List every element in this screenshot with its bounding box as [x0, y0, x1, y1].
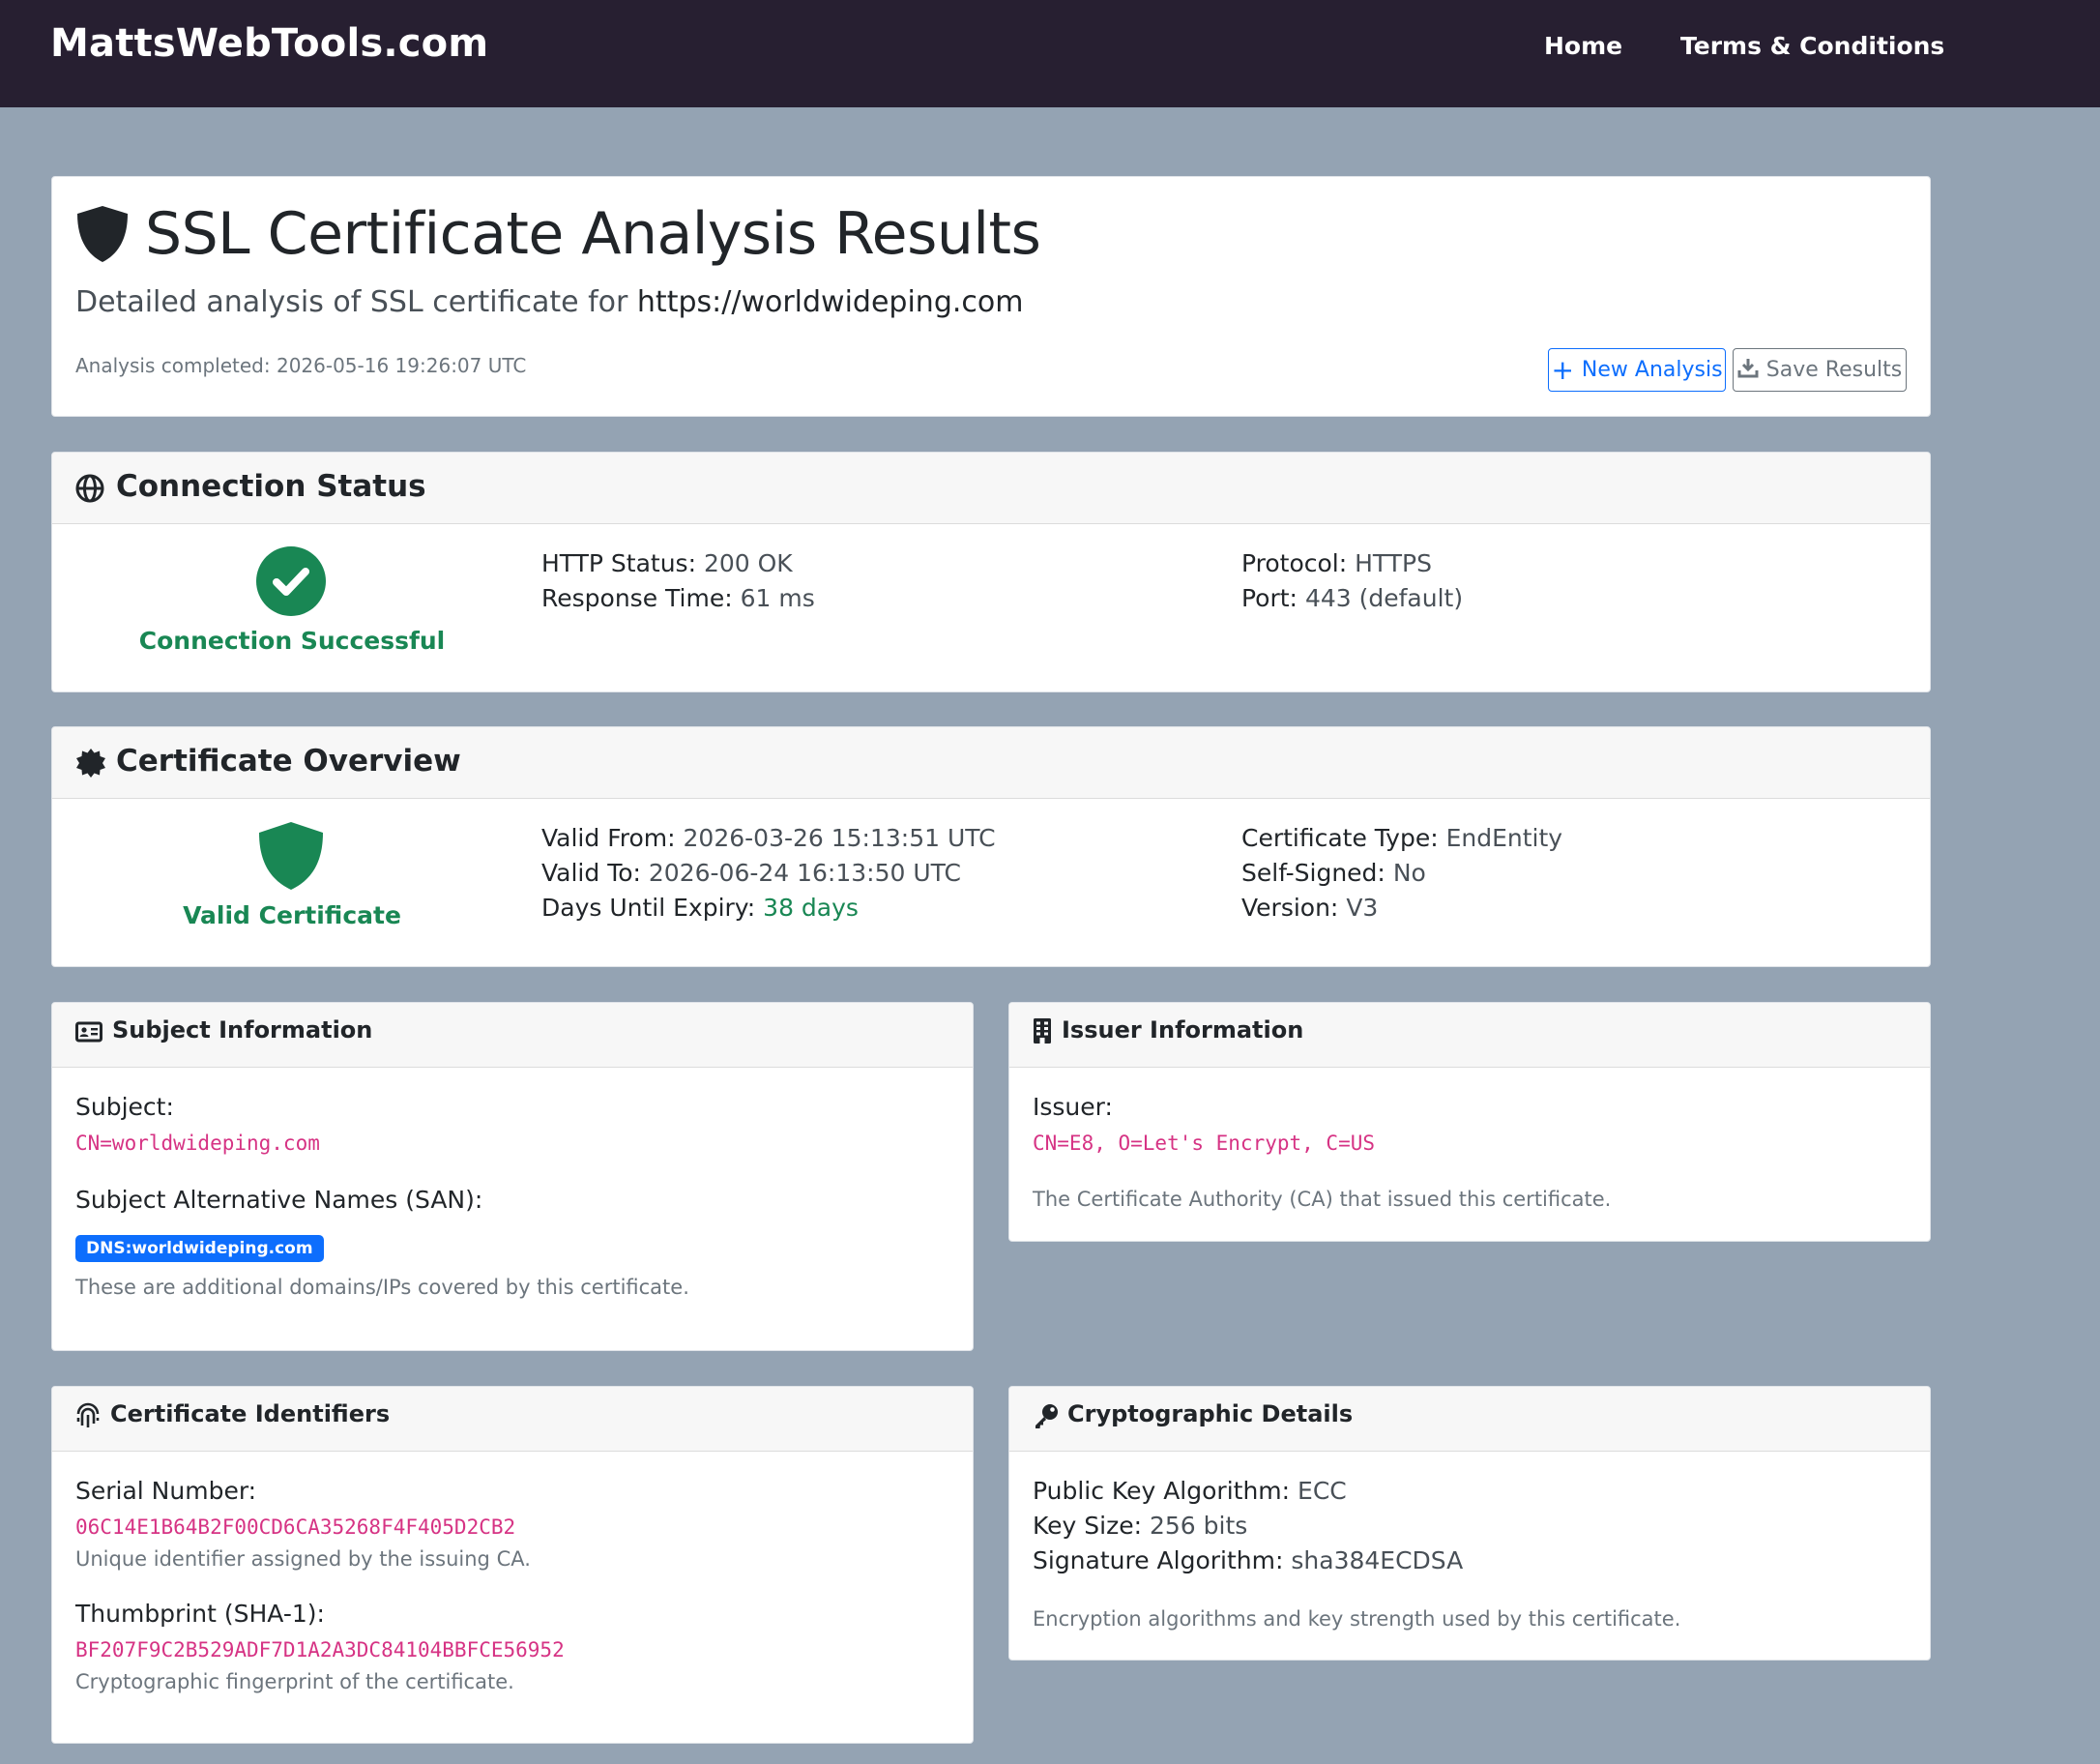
- thumbprint-note: Cryptographic fingerprint of the certifi…: [75, 1670, 514, 1693]
- save-results-button[interactable]: Save Results: [1733, 348, 1907, 392]
- protocol-label: Protocol:: [1241, 549, 1348, 577]
- issuer-value: CN=E8, O=Let's Encrypt, C=US: [1033, 1132, 1376, 1155]
- public-key-algorithm-row: Public Key Algorithm: ECC: [1033, 1477, 1347, 1505]
- public-key-algorithm-value: ECC: [1298, 1477, 1347, 1505]
- certificate-type-row: Certificate Type: EndEntity: [1241, 824, 1562, 852]
- connection-status-title: Connection Status: [116, 469, 426, 504]
- version-value: V3: [1346, 894, 1379, 922]
- cryptographic-details-card: Cryptographic Details Public Key Algorit…: [1008, 1386, 1931, 1661]
- certificate-overview-header: Certificate Overview: [52, 727, 1930, 799]
- thumbprint-value: BF207F9C2B529ADF7D1A2A3DC84104BBFCE56952: [75, 1638, 565, 1661]
- plus-icon: +: [1551, 353, 1574, 386]
- san-note: These are additional domains/IPs covered…: [75, 1276, 689, 1299]
- public-key-algorithm-label: Public Key Algorithm:: [1033, 1477, 1291, 1505]
- cryptographic-details-header: Cryptographic Details: [1009, 1387, 1930, 1452]
- port-label: Port:: [1241, 584, 1298, 612]
- page-subtitle: Detailed analysis of SSL certificate for…: [75, 285, 1023, 319]
- http-status-label: HTTP Status:: [541, 549, 697, 577]
- building-icon: [1033, 1017, 1052, 1048]
- self-signed-label: Self-Signed:: [1241, 859, 1385, 887]
- issuer-information-header: Issuer Information: [1009, 1003, 1930, 1068]
- cryptographic-details-title: Cryptographic Details: [1067, 1400, 1354, 1427]
- serial-number-value: 06C14E1B64B2F00CD6CA35268F4F405D2CB2: [75, 1515, 516, 1539]
- valid-to-value: 2026-06-24 16:13:50 UTC: [648, 859, 961, 887]
- valid-from-label: Valid From:: [541, 824, 676, 852]
- subtitle-prefix: Detailed analysis of SSL certificate for: [75, 285, 628, 319]
- days-until-expiry-value: 38 days: [763, 894, 859, 922]
- issuer-information-card: Issuer Information Issuer: CN=E8, O=Let'…: [1008, 1002, 1931, 1242]
- self-signed-value: No: [1392, 859, 1426, 887]
- page-title: SSL Certificate Analysis Results: [145, 200, 1041, 268]
- subject-label: Subject:: [75, 1093, 174, 1121]
- brand-link[interactable]: MattsWebTools.com: [50, 21, 488, 66]
- subject-value: CN=worldwideping.com: [75, 1132, 320, 1155]
- certificate-identifiers-header: Certificate Identifiers: [52, 1387, 973, 1452]
- download-icon: [1737, 357, 1759, 384]
- certificate-seal-icon: [75, 748, 106, 782]
- issuer-information-title: Issuer Information: [1062, 1016, 1304, 1044]
- http-status-row: HTTP Status: 200 OK: [541, 549, 793, 577]
- cryptographic-note: Encryption algorithms and key strength u…: [1033, 1607, 1681, 1631]
- san-label: Subject Alternative Names (SAN):: [75, 1186, 483, 1214]
- days-until-expiry-row: Days Until Expiry: 38 days: [541, 894, 859, 922]
- certificate-identifiers-title: Certificate Identifiers: [110, 1400, 391, 1427]
- new-analysis-button[interactable]: + New Analysis: [1548, 348, 1726, 392]
- shield-icon: [75, 204, 130, 268]
- version-row: Version: V3: [1241, 894, 1378, 922]
- valid-to-row: Valid To: 2026-06-24 16:13:50 UTC: [541, 859, 961, 887]
- valid-to-label: Valid To:: [541, 859, 641, 887]
- port-row: Port: 443 (default): [1241, 584, 1463, 612]
- analysis-timestamp: Analysis completed: 2026-05-16 19:26:07 …: [75, 354, 527, 377]
- check-circle-icon: [256, 546, 326, 620]
- issuer-note: The Certificate Authority (CA) that issu…: [1033, 1188, 1612, 1211]
- fingerprint-icon: [75, 1402, 101, 1433]
- signature-algorithm-label: Signature Algorithm:: [1033, 1546, 1284, 1574]
- connection-result: Connection Successful: [138, 627, 446, 655]
- certificate-overview-card: Certificate Overview Valid Certificate V…: [51, 726, 1931, 967]
- days-until-expiry-label: Days Until Expiry:: [541, 894, 756, 922]
- key-size-label: Key Size:: [1033, 1512, 1143, 1540]
- response-time-row: Response Time: 61 ms: [541, 584, 815, 612]
- response-time-value: 61 ms: [740, 584, 815, 612]
- key-icon: [1033, 1402, 1060, 1433]
- analyzed-url: https://worldwideping.com: [636, 285, 1024, 319]
- signature-algorithm-row: Signature Algorithm: sha384ECDSA: [1033, 1546, 1463, 1574]
- serial-number-label: Serial Number:: [75, 1477, 257, 1505]
- nav-terms-link[interactable]: Terms & Conditions: [1680, 32, 1944, 60]
- self-signed-row: Self-Signed: No: [1241, 859, 1426, 887]
- certificate-validity-status: Valid Certificate: [183, 901, 401, 929]
- subject-information-title: Subject Information: [112, 1016, 373, 1044]
- valid-from-row: Valid From: 2026-03-26 15:13:51 UTC: [541, 824, 996, 852]
- key-size-row: Key Size: 256 bits: [1033, 1512, 1247, 1540]
- save-results-label: Save Results: [1765, 358, 1903, 382]
- response-time-label: Response Time:: [541, 584, 733, 612]
- connection-status-header: Connection Status: [52, 453, 1930, 524]
- valid-from-value: 2026-03-26 15:13:51 UTC: [683, 824, 996, 852]
- connection-status-card: Connection Status Connection Successful …: [51, 452, 1931, 692]
- serial-number-note: Unique identifier assigned by the issuin…: [75, 1547, 531, 1571]
- subject-information-header: Subject Information: [52, 1003, 973, 1068]
- id-card-icon: [75, 1020, 102, 1047]
- issuer-label: Issuer:: [1033, 1093, 1113, 1121]
- nav-home-link[interactable]: Home: [1544, 32, 1622, 60]
- globe-icon: [75, 474, 104, 507]
- version-label: Version:: [1241, 894, 1339, 922]
- key-size-value: 256 bits: [1149, 1512, 1248, 1540]
- certificate-identifiers-card: Certificate Identifiers Serial Number: 0…: [51, 1386, 974, 1744]
- shield-check-icon: [257, 820, 325, 896]
- certificate-overview-title: Certificate Overview: [116, 744, 461, 779]
- certificate-type-value: EndEntity: [1445, 824, 1563, 852]
- subject-information-card: Subject Information Subject: CN=worldwid…: [51, 1002, 974, 1351]
- http-status-value: 200 OK: [703, 549, 793, 577]
- certificate-type-label: Certificate Type:: [1241, 824, 1439, 852]
- protocol-value: HTTPS: [1355, 549, 1432, 577]
- new-analysis-label: New Analysis: [1581, 358, 1723, 382]
- thumbprint-label: Thumbprint (SHA-1):: [75, 1600, 325, 1628]
- signature-algorithm-value: sha384ECDSA: [1291, 1546, 1464, 1574]
- port-value: 443 (default): [1304, 584, 1464, 612]
- san-badge: DNS:worldwideping.com: [75, 1235, 324, 1262]
- navbar: MattsWebTools.com Home Terms & Condition…: [0, 0, 2100, 107]
- protocol-row: Protocol: HTTPS: [1241, 549, 1432, 577]
